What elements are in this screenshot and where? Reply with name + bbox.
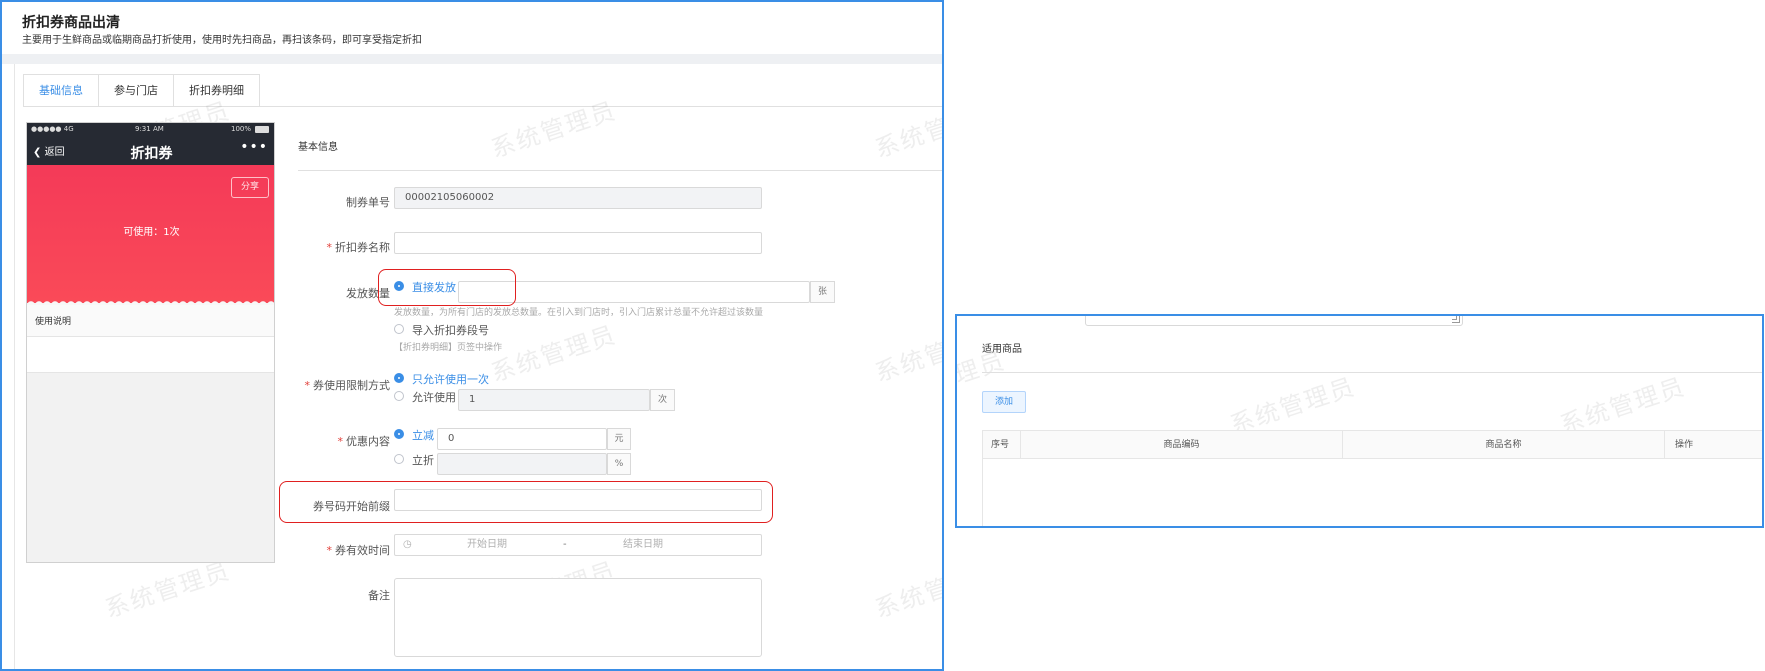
usage-section: 使用说明 [27,305,274,337]
page-subtitle: 主要用于生鲜商品或临期商品打折使用，使用时先扫商品，再扫该条码，即可享受指定折扣 [22,35,422,46]
required-mark: * [304,379,311,392]
allow-count-unit: 次 [650,389,675,411]
reduce-label[interactable]: 立减 [412,427,434,443]
products-panel: 系统管理员 系统管理员 系统管理员 适用商品 添加 序号 商品编码 商品名称 操… [955,314,1764,528]
validity-range-picker[interactable]: ◷ 开始日期 - 结束日期 [394,534,762,556]
required-mark: * [326,241,333,254]
table-header: 序号 商品编码 商品名称 操作 [983,431,1762,459]
voucher-no-label: 制券单号 [346,196,390,209]
import-segment-radio[interactable] [394,324,404,334]
limit-label-text: 券使用限制方式 [313,379,390,392]
coupon-edge [27,297,274,305]
textarea-fragment [1085,316,1463,326]
tab-voucher-details[interactable]: 折扣券明细 [173,74,260,106]
clock-icon: ◷ [403,539,412,550]
discount-input[interactable] [437,453,607,475]
status-time: 9:31 AM [135,125,164,133]
column-header: 商品名称 [1343,431,1665,459]
issue-qty-label: 发放数量 [346,287,390,300]
highlight-box [279,481,773,523]
required-mark: * [337,435,344,448]
phone-status-bar: ●●●●● 4G 9:31 AM 100% [27,123,274,137]
column-header: 序号 [983,431,1021,459]
discount-unit: % [607,453,631,475]
phone-title: 折扣券 [130,146,173,162]
allow-count-input[interactable]: 1 [458,389,650,411]
issue-qty-hint: 发放数量，为所有门店的发放总数量。在引入到门店时，引入门店累计总量不允许超过该数… [394,308,764,318]
reduce-input[interactable]: 0 [437,428,607,450]
battery-level: 100% [231,125,252,133]
reduce-unit: 元 [607,428,631,450]
header-divider [2,54,942,64]
validity-label: * 券有效时间 [250,542,391,558]
discount-radio[interactable] [394,454,404,464]
column-header: 操作 [1675,440,1694,450]
tab-basic-info[interactable]: 基础信息 [23,74,99,106]
usage-content [27,337,274,373]
use-once-label[interactable]: 只允许使用一次 [412,371,489,387]
import-segment-label[interactable]: 导入折扣券段号 [412,322,489,338]
discount-label[interactable]: 立折 [412,452,434,468]
discount-name-label-text: 折扣券名称 [335,241,390,254]
resize-handle-icon[interactable] [1452,316,1460,323]
limit-label: * 券使用限制方式 [250,377,391,393]
issue-qty-unit: 张 [810,281,835,303]
reduce-radio[interactable] [394,429,404,439]
remark-label: 备注 [368,589,390,602]
allow-use-radio[interactable] [394,391,404,401]
offer-label-text: 优惠内容 [346,435,390,448]
section-divider [298,170,942,171]
phone-preview: ●●●●● 4G 9:31 AM 100% ❮ 返回 折扣券 ••• 分享 可使… [26,122,275,563]
offer-label: * 优惠内容 [250,433,391,449]
allow-use-label[interactable]: 允许使用 [412,389,456,405]
column-header: 商品编码 [1021,431,1343,459]
page-title: 折扣券商品出清 [22,15,120,31]
tab-bar: 基础信息 参与门店 折扣券明细 [23,74,260,106]
highlight-box [378,269,516,306]
signal-indicator: ●●●●● 4G [31,125,74,133]
voucher-no-field: 00002105060002 [394,187,762,209]
discount-name-input[interactable] [394,232,762,254]
end-date[interactable]: 结束日期 [623,535,663,555]
coupon-banner: 分享 可使用：1次 [27,165,274,303]
tab-stores[interactable]: 参与门店 [98,74,174,106]
tab-divider [23,106,942,107]
required-mark: * [326,544,333,557]
battery-icon [255,126,269,133]
section-title: 基本信息 [298,142,338,153]
date-separator: - [563,539,567,550]
add-button[interactable]: 添加 [982,391,1026,413]
products-table: 序号 商品编码 商品名称 操作 [982,430,1762,526]
remark-textarea[interactable] [394,578,762,657]
import-segment-hint: 【折扣券明细】页签中操作 [394,343,503,353]
start-date[interactable]: 开始日期 [467,535,507,555]
more-icon[interactable]: ••• [240,139,268,155]
available-count: 可使用：1次 [123,227,180,238]
use-once-radio[interactable] [394,373,404,383]
validity-label-text: 券有效时间 [335,544,390,557]
phone-nav-bar: ❮ 返回 折扣券 ••• [27,137,274,165]
discount-name-label: * 折扣券名称 [250,239,391,255]
products-divider [982,372,1762,373]
main-window: 折扣券商品出清 主要用于生鲜商品或临期商品打折使用，使用时先扫商品，再扫该条码，… [0,0,944,671]
products-title: 适用商品 [982,344,1022,355]
